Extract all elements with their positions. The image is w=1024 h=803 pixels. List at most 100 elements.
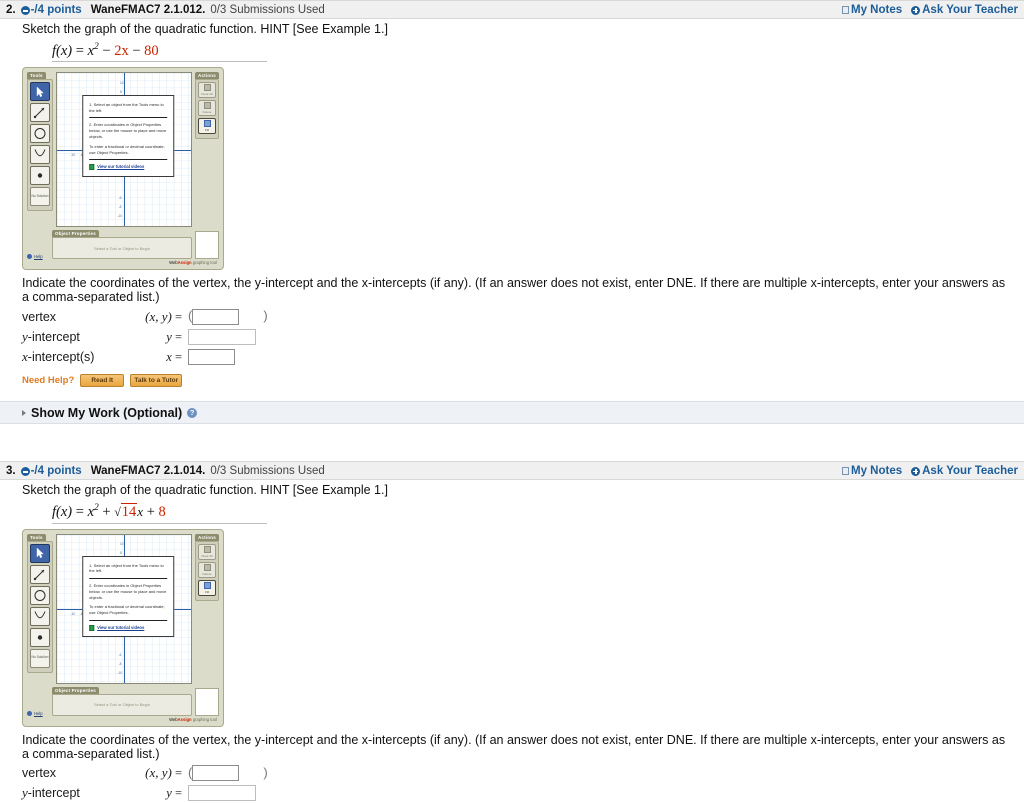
tutorial-videos-link[interactable]: View our tutorial videos <box>89 164 167 171</box>
notes-icon <box>842 466 849 475</box>
question-body-2: Sketch the graph of the quadratic functi… <box>0 19 1024 388</box>
question-number: 3. <box>6 464 16 477</box>
fill-label: Fill <box>205 589 209 594</box>
points-info-icon[interactable] <box>20 467 30 477</box>
tooltip-divider-2 <box>89 620 168 622</box>
object-properties-box[interactable]: Select a Tool or Object to Begin <box>52 693 192 716</box>
vertex-input[interactable] <box>192 309 240 326</box>
object-properties-panel: Object Properties Select a Tool or Objec… <box>52 686 192 716</box>
formula-term3: 8 <box>158 503 166 520</box>
show-my-work-title: Show My Work (Optional) <box>31 405 183 420</box>
graph-tool-help-link[interactable]: Help <box>27 254 49 260</box>
parabola-tool-button[interactable] <box>30 145 50 165</box>
brand-prefix: Web <box>169 260 178 266</box>
formula-radical: √14 <box>114 502 138 521</box>
fill-button[interactable]: Fill <box>198 579 216 596</box>
formula-term2: 2x <box>114 42 129 59</box>
parabola-tool-button[interactable] <box>30 606 50 626</box>
graph-tool-help-link[interactable]: Help <box>27 710 49 716</box>
read-it-button[interactable]: Read It <box>80 374 125 388</box>
question-formula: f(x) = x2 + √14x + 8 <box>52 502 267 524</box>
actions-panel-label: Actions <box>195 533 219 541</box>
question-points: -/4 points <box>30 3 82 16</box>
actions-button-group: Clear All Delete Fill <box>195 540 219 601</box>
circle-tool-button[interactable] <box>30 585 50 605</box>
tutorial-link-label: View our tutorial videos <box>97 625 145 631</box>
question-prompt: Sketch the graph of the quadratic functi… <box>22 22 388 36</box>
y-intercept-input[interactable] <box>188 785 256 802</box>
show-my-work-bar[interactable]: Show My Work (Optional) ? <box>0 401 1024 425</box>
my-notes-link[interactable]: My Notes <box>842 4 902 16</box>
x-intercept-label: x-intercept(s) <box>22 349 95 365</box>
line-tool-button[interactable] <box>30 564 50 584</box>
delete-button[interactable]: Delete <box>198 100 216 117</box>
fill-button[interactable]: Fill <box>198 118 216 135</box>
answer-instructions: Indicate the coordinates of the vertex, … <box>22 732 1006 761</box>
no-solution-label: No Solution <box>31 655 49 660</box>
formula-equals: = <box>75 503 84 520</box>
object-properties-row: Help Object Properties Select a Tool or … <box>27 230 219 260</box>
ask-your-teacher-link[interactable]: Ask Your Teacher <box>911 4 1018 16</box>
radical-sign-icon: √ <box>114 504 121 519</box>
no-solution-tool-button[interactable]: No Solution <box>30 187 50 207</box>
answer-instructions: Indicate the coordinates of the vertex, … <box>22 276 1006 305</box>
question-header-2: 2. -/4 points WaneFMAC7 2.1.012. 0/3 Sub… <box>0 0 1024 19</box>
show-my-work-help-icon[interactable]: ? <box>187 407 198 418</box>
trash-icon <box>203 563 211 571</box>
y-tick-neg8: -8 <box>118 662 122 667</box>
y-tick-10: 10 <box>119 542 124 547</box>
clear-all-button[interactable]: Clear All <box>198 82 216 99</box>
notes-icon <box>842 5 849 14</box>
vertex-input[interactable] <box>192 765 240 782</box>
x-tick-neg10: -10 <box>70 611 75 616</box>
point-tool-button[interactable] <box>30 166 50 186</box>
pointer-tool-button[interactable] <box>30 543 50 563</box>
points-info-icon[interactable] <box>20 6 30 15</box>
graph-canvas[interactable]: 10 8 6 -6 -8 -10 -10 -8 -6 6 8 10 <box>56 533 192 684</box>
tooltip-divider <box>89 117 168 119</box>
formula-op1: − <box>102 42 111 59</box>
object-properties-box[interactable]: Select a Tool or Object to Begin <box>52 237 192 260</box>
ask-your-teacher-link[interactable]: Ask Your Teacher <box>911 465 1018 477</box>
no-solution-tool-button[interactable]: No Solution <box>30 648 50 668</box>
object-properties-tab[interactable]: Object Properties <box>52 230 99 238</box>
question-body-3: Sketch the graph of the quadratic functi… <box>0 480 1024 803</box>
question-prompt: Sketch the graph of the quadratic functi… <box>22 483 388 498</box>
object-preview-box <box>195 231 219 260</box>
tools-panel: Tools No Solution <box>27 533 53 684</box>
clear-all-button[interactable]: Clear All <box>198 543 216 560</box>
tutorial-videos-link[interactable]: View our tutorial videos <box>89 625 167 632</box>
y-intercept-input-cell <box>188 783 268 803</box>
y-intercept-label: y-intercept <box>22 329 80 345</box>
tooltip-step-1: 1. Select an object from the Tools menu … <box>89 101 164 113</box>
point-dot-icon <box>37 635 43 640</box>
graphing-tool[interactable]: Tools No Solution 10 8 -6 -8 -10 -10 1. … <box>22 67 224 271</box>
y-tick-8: 8 <box>119 90 122 95</box>
brand-accent: Assign <box>177 716 192 722</box>
brand-accent: Assign <box>177 260 192 266</box>
x-intercept-input[interactable] <box>188 349 235 366</box>
tooltip-step-3: To enter a fractional or decimal coordin… <box>89 604 165 616</box>
tools-panel: Tools No Solution <box>27 72 53 227</box>
pointer-tool-button[interactable] <box>30 82 50 102</box>
circle-tool-button[interactable] <box>30 124 50 144</box>
clear-all-icon <box>203 84 211 92</box>
y-intercept-input[interactable] <box>188 329 256 346</box>
video-icon <box>89 164 95 171</box>
line-tool-button[interactable] <box>30 103 50 123</box>
line-segment-icon <box>33 569 45 580</box>
answer-row-y-intercept: y-intercept y = <box>22 783 268 803</box>
delete-button[interactable]: Delete <box>198 561 216 578</box>
talk-to-a-tutor-button[interactable]: Talk to a Tutor <box>130 374 183 388</box>
object-properties-row: Help Object Properties Select a Tool or … <box>27 686 219 716</box>
my-notes-link[interactable]: My Notes <box>842 465 902 477</box>
question-formula: f(x) = x2 − 2x − 80 <box>52 42 267 63</box>
graph-canvas[interactable]: 10 8 6 -6 -8 -10 -10 -8 -6 6 8 10 <box>56 72 192 228</box>
point-tool-button[interactable] <box>30 627 50 647</box>
y-tick-neg10: -10 <box>117 214 122 219</box>
graphing-tool[interactable]: Tools No Solution 10 8 -6 -8 -10 -10 1. … <box>22 528 224 727</box>
vertex-label: vertex <box>22 309 57 324</box>
circle-icon <box>34 128 46 140</box>
object-properties-placeholder: Select a Tool or Object to Begin <box>94 245 150 251</box>
object-properties-tab[interactable]: Object Properties <box>52 686 99 694</box>
